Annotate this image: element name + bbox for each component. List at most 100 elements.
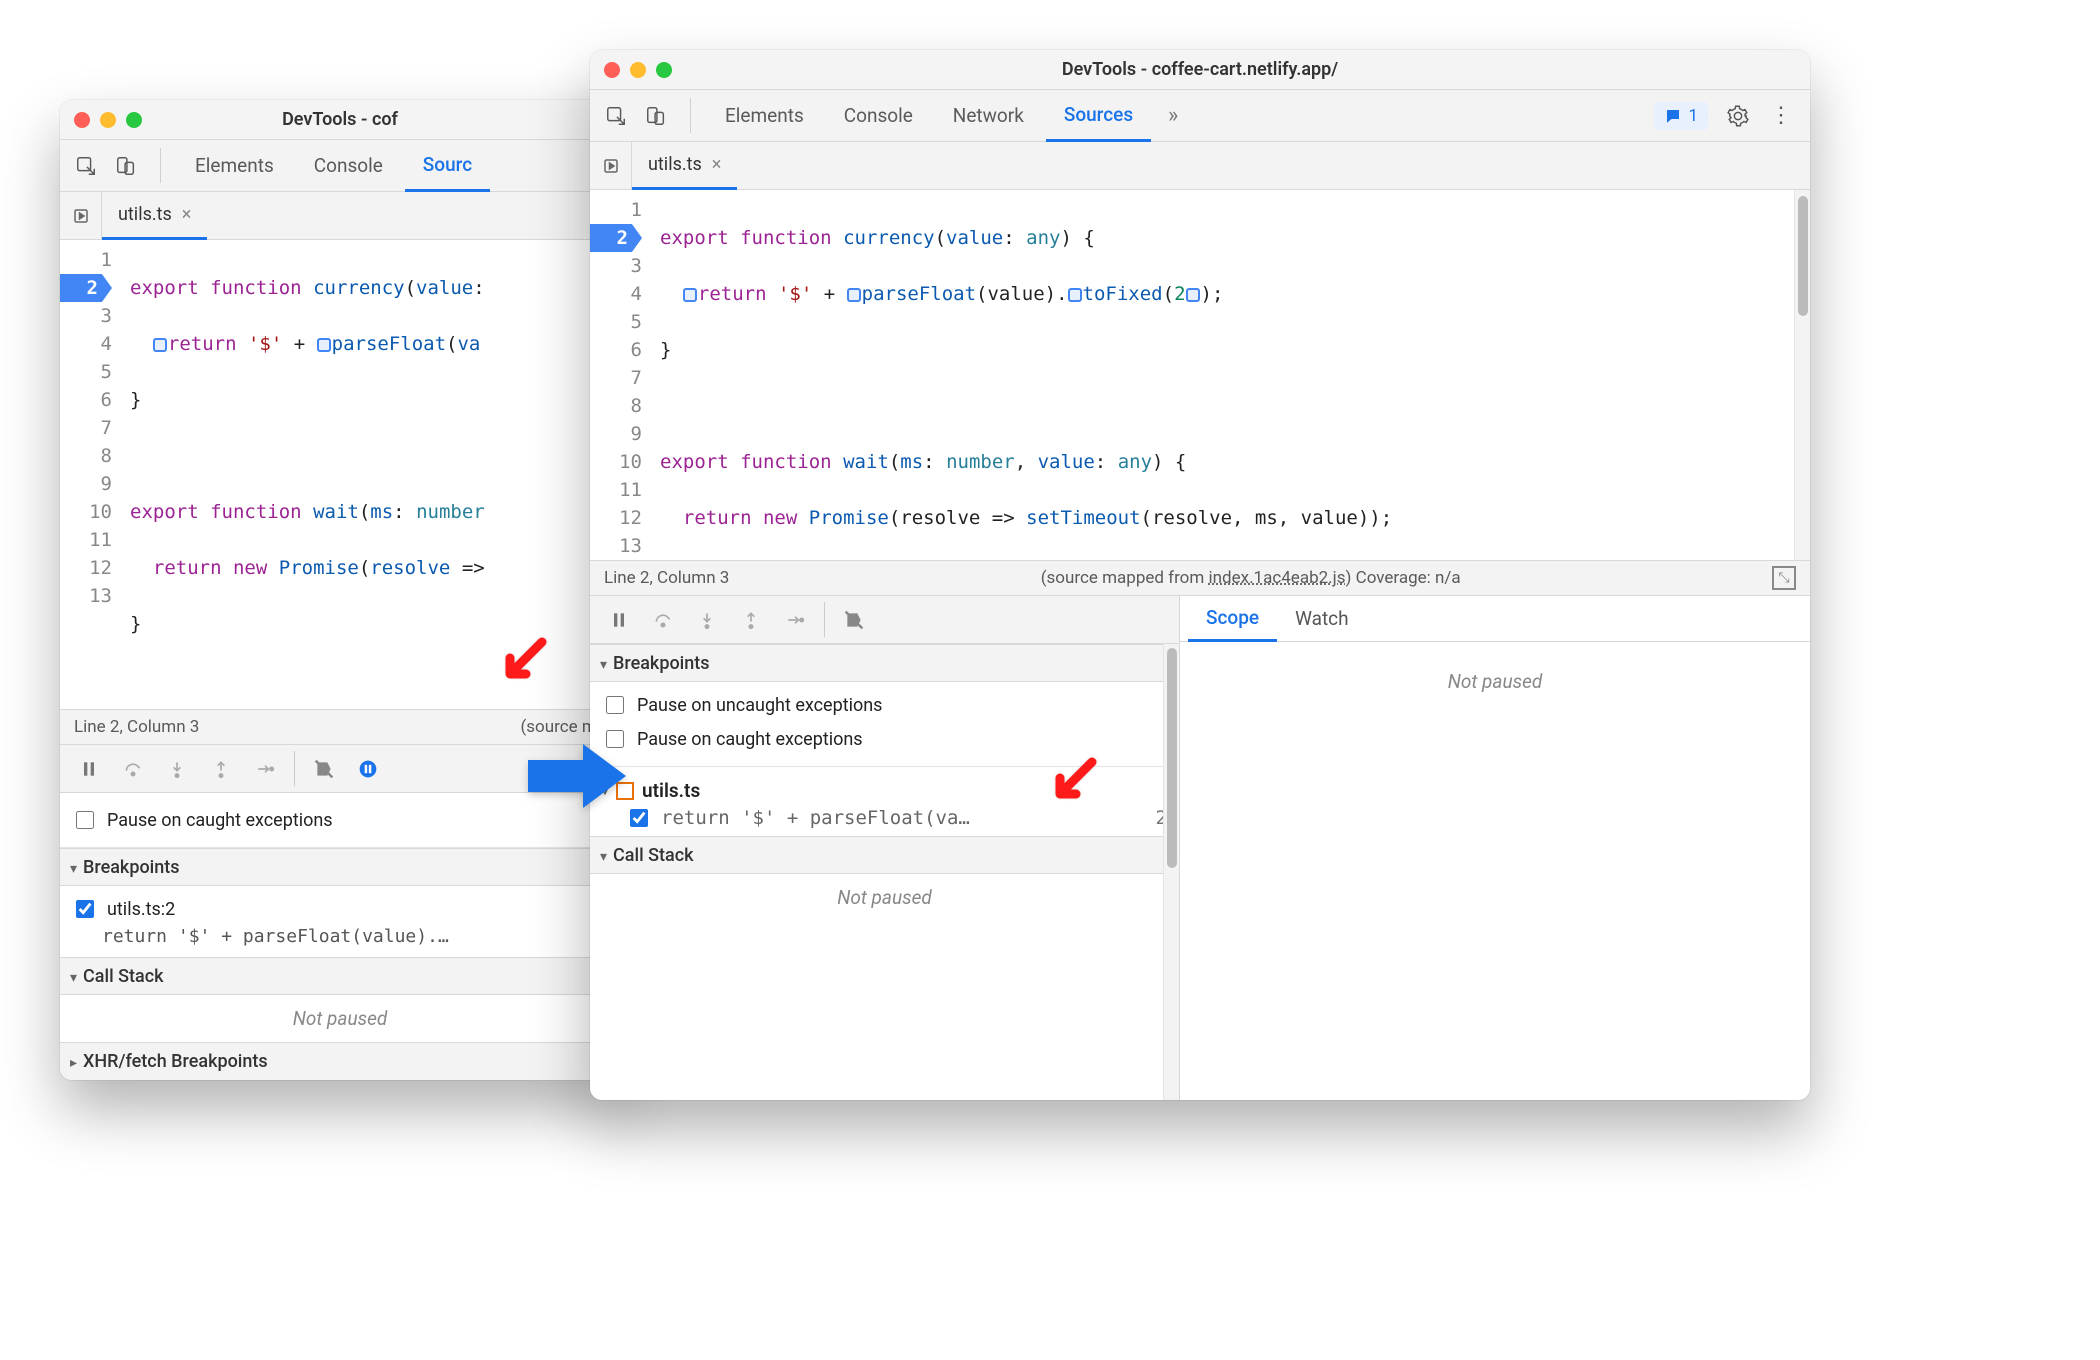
source-map-status: (source mapped from index.1ac4eab2.js) C… (1041, 568, 1461, 588)
traffic-lights (604, 62, 672, 78)
callstack-section-header[interactable]: Call Stack (60, 957, 620, 995)
xhr-breakpoints-header[interactable]: XHR/fetch Breakpoints (60, 1042, 620, 1080)
device-toolbar-icon[interactable] (108, 148, 144, 184)
line-gutter: 1 2 3 4 5 6 7 8 9 10 11 12 13 (60, 240, 122, 709)
titlebar: DevTools - coffee-cart.netlify.app/ (590, 50, 1810, 90)
debugger-left-pane: Breakpoints Pause on uncaught exceptions… (590, 596, 1180, 1100)
close-icon[interactable]: × (712, 154, 722, 175)
step-icon[interactable] (244, 751, 286, 787)
breakpoint-file-group: ▾utils.ts return '$' + parseFloat(va… 2 (590, 766, 1179, 836)
breakpoints-section-header[interactable]: Breakpoints (590, 644, 1179, 682)
pause-icon[interactable] (68, 751, 110, 787)
zoom-window-button[interactable] (126, 112, 142, 128)
close-icon[interactable]: × (182, 204, 192, 225)
titlebar: DevTools - cof (60, 100, 620, 140)
code-editor[interactable]: 1 2 3 4 5 6 7 8 9 10 11 12 13 export fun… (60, 240, 620, 709)
scrollbar-track[interactable] (1794, 190, 1810, 560)
step-into-icon[interactable] (156, 751, 198, 787)
pause-uncaught-checkbox[interactable]: Pause on uncaught exceptions (602, 688, 1167, 722)
not-paused-label: Not paused (1180, 642, 1810, 705)
tab-elements[interactable]: Elements (707, 90, 822, 141)
breakpoint-snippet: return '$' + parseFloat(value).… (72, 926, 608, 947)
tab-console[interactable]: Console (826, 90, 931, 141)
editor-statusbar: Line 2, Column 3 (source ma (60, 709, 620, 745)
tab-sources[interactable]: Sources (1046, 91, 1151, 142)
issues-badge[interactable]: 1 (1654, 102, 1708, 130)
scrollbar-thumb[interactable] (1167, 648, 1177, 868)
separator (690, 98, 691, 133)
separator (294, 751, 295, 786)
pause-caught-checkbox[interactable]: Pause on caught exceptions (72, 803, 608, 837)
pause-caught-checkbox[interactable]: Pause on caught exceptions (602, 722, 1167, 756)
file-navigator-icon[interactable] (590, 142, 632, 189)
pause-icon[interactable] (598, 602, 640, 638)
inspect-element-icon[interactable] (68, 148, 104, 184)
devtools-toolbar: Elements Console Sourc (60, 140, 620, 192)
code-content: export function currency(value: any) { r… (652, 190, 1392, 560)
code-content: export function currency(value: return '… (122, 240, 485, 709)
scope-tabs: Scope Watch (1180, 596, 1810, 642)
window-title: DevTools - coffee-cart.netlify.app/ (590, 59, 1810, 80)
scrollbar-track[interactable] (1163, 644, 1179, 1100)
coverage-icon[interactable]: ⤡ (1772, 566, 1796, 590)
breakpoint-entry[interactable]: utils.ts:2 (72, 892, 608, 926)
editor-statusbar: Line 2, Column 3 (source mapped from ind… (590, 560, 1810, 596)
filetab-label: utils.ts (648, 154, 702, 175)
minimize-window-button[interactable] (630, 62, 646, 78)
scrollbar-thumb[interactable] (1798, 196, 1808, 316)
sourcemap-link[interactable]: index.1ac4eab2.js (1209, 568, 1346, 588)
debugger-toolbar (60, 745, 620, 793)
deactivate-breakpoints-icon[interactable] (303, 751, 345, 787)
close-window-button[interactable] (74, 112, 90, 128)
pause-caught-row: Pause on caught exceptions (60, 793, 620, 848)
step-into-icon[interactable] (686, 602, 728, 638)
debugger-panes: Breakpoints Pause on uncaught exceptions… (590, 596, 1810, 1100)
breakpoint-entry[interactable]: return '$' + parseFloat(va… 2 (602, 806, 1167, 830)
callstack-section-header[interactable]: Call Stack (590, 836, 1179, 874)
step-over-icon[interactable] (642, 602, 684, 638)
breakpoint-file-header[interactable]: ▾utils.ts (602, 775, 1167, 806)
tab-sources[interactable]: Sourc (405, 141, 490, 192)
tab-watch[interactable]: Watch (1277, 596, 1367, 641)
breakpoints-section-body: Pause on uncaught exceptions Pause on ca… (590, 682, 1179, 766)
close-window-button[interactable] (604, 62, 620, 78)
window-title: DevTools - cof (60, 109, 620, 130)
device-toolbar-icon[interactable] (638, 98, 674, 134)
line-gutter: 1 2 3 4 5 6 7 8 9 10 11 12 13 (590, 190, 652, 560)
cursor-position: Line 2, Column 3 (604, 568, 729, 588)
settings-icon[interactable] (1720, 98, 1756, 134)
tab-elements[interactable]: Elements (177, 140, 292, 191)
zoom-window-button[interactable] (656, 62, 672, 78)
pause-on-exceptions-icon[interactable] (347, 751, 389, 787)
step-out-icon[interactable] (730, 602, 772, 638)
kebab-menu-icon[interactable]: ⋮ (1760, 103, 1802, 128)
tab-network[interactable]: Network (935, 90, 1042, 141)
step-icon[interactable] (774, 602, 816, 638)
inspect-element-icon[interactable] (598, 98, 634, 134)
traffic-lights (74, 112, 142, 128)
devtools-window-right: DevTools - coffee-cart.netlify.app/ Elem… (590, 50, 1810, 1100)
breakpoint-marker[interactable]: 2 (590, 224, 642, 252)
step-over-icon[interactable] (112, 751, 154, 787)
cursor-position: Line 2, Column 3 (74, 717, 199, 737)
file-tabs: utils.ts × (60, 192, 620, 240)
debugger-toolbar (590, 596, 1179, 644)
tab-console[interactable]: Console (296, 140, 401, 191)
minimize-window-button[interactable] (100, 112, 116, 128)
breakpoint-marker[interactable]: 2 (60, 274, 112, 302)
deactivate-breakpoints-icon[interactable] (833, 602, 875, 638)
not-paused-label: Not paused (590, 874, 1179, 921)
debugger-right-pane: Scope Watch Not paused (1180, 596, 1810, 1100)
breakpoints-section-body: utils.ts:2 return '$' + parseFloat(value… (60, 886, 620, 957)
file-tabs: utils.ts × (590, 142, 1810, 190)
step-out-icon[interactable] (200, 751, 242, 787)
file-navigator-icon[interactable] (60, 192, 102, 239)
filetab-utils[interactable]: utils.ts × (632, 142, 737, 190)
code-editor[interactable]: 1 2 3 4 5 6 7 8 9 10 11 12 13 export fun… (590, 190, 1810, 560)
breakpoints-section-header[interactable]: Breakpoints (60, 848, 620, 886)
more-tabs-icon[interactable]: » (1155, 98, 1191, 134)
devtools-toolbar: Elements Console Network Sources » 1 ⋮ (590, 90, 1810, 142)
filetab-utils[interactable]: utils.ts × (102, 192, 207, 240)
separator (160, 148, 161, 183)
tab-scope[interactable]: Scope (1188, 596, 1277, 642)
